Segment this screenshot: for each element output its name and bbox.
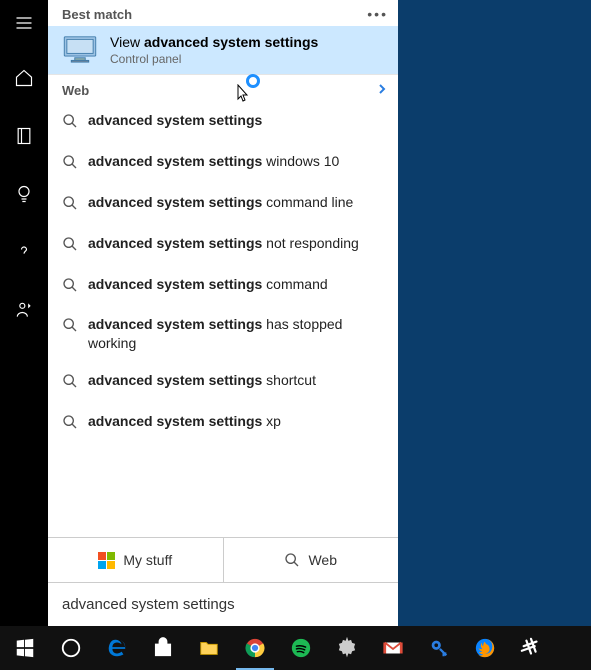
taskbar-store[interactable] xyxy=(140,626,186,670)
search-icon xyxy=(284,550,300,571)
tab-web[interactable]: Web xyxy=(223,538,399,582)
search-icon xyxy=(62,371,78,394)
cortana-rail xyxy=(0,0,48,626)
notebook-icon[interactable] xyxy=(0,116,48,156)
taskbar-edge[interactable] xyxy=(94,626,140,670)
suggestion-row[interactable]: advanced system settings windows 10 xyxy=(48,143,398,184)
taskbar xyxy=(0,626,591,670)
suggestion-row[interactable]: advanced system settings command line xyxy=(48,184,398,225)
search-box[interactable] xyxy=(48,582,398,626)
suggestion-row[interactable]: advanced system settings shortcut xyxy=(48,362,398,403)
search-icon xyxy=(62,152,78,175)
taskbar-settings[interactable] xyxy=(324,626,370,670)
suggestion-row[interactable]: advanced system settings xp xyxy=(48,403,398,444)
monitor-icon xyxy=(62,35,98,66)
taskbar-firefox[interactable] xyxy=(462,626,508,670)
search-icon xyxy=(62,193,78,216)
chevron-right-icon xyxy=(376,83,388,98)
windows-logo-icon xyxy=(98,552,115,569)
best-match-result[interactable]: View advanced system settings Control pa… xyxy=(48,26,398,74)
home-icon[interactable] xyxy=(0,58,48,98)
suggestion-row[interactable]: advanced system settings not responding xyxy=(48,225,398,266)
more-icon[interactable]: ••• xyxy=(367,6,388,22)
tab-mystuff[interactable]: My stuff xyxy=(48,538,223,582)
feedback-icon[interactable] xyxy=(0,290,48,330)
web-suggestions: advanced system settingsadvanced system … xyxy=(48,102,398,537)
web-label: Web xyxy=(62,83,89,98)
bulb-icon[interactable] xyxy=(0,174,48,214)
search-panel: Best match ••• View advanced system sett… xyxy=(48,0,398,626)
taskbar-spotify[interactable] xyxy=(278,626,324,670)
suggestion-row[interactable]: advanced system settings has stopped wor… xyxy=(48,306,398,362)
search-icon xyxy=(62,111,78,134)
suggestion-row[interactable]: advanced system settings command xyxy=(48,266,398,307)
taskbar-slack[interactable] xyxy=(508,626,554,670)
taskbar-gmail[interactable] xyxy=(370,626,416,670)
search-icon xyxy=(62,412,78,435)
best-match-label: Best match xyxy=(62,7,132,22)
hamburger-icon[interactable] xyxy=(0,6,48,40)
taskbar-cortana[interactable] xyxy=(48,626,94,670)
taskbar-start[interactable] xyxy=(2,626,48,670)
search-icon xyxy=(62,315,78,338)
search-icon xyxy=(62,234,78,257)
best-match-text: View advanced system settings Control pa… xyxy=(110,34,318,66)
best-match-header: Best match ••• xyxy=(48,0,398,26)
taskbar-file-explorer[interactable] xyxy=(186,626,232,670)
search-icon xyxy=(62,275,78,298)
help-icon[interactable] xyxy=(0,232,48,272)
suggestion-row[interactable]: advanced system settings xyxy=(48,102,398,143)
scope-tabs: My stuff Web xyxy=(48,537,398,582)
taskbar-keepass[interactable] xyxy=(416,626,462,670)
taskbar-chrome[interactable] xyxy=(232,626,278,670)
web-section-header[interactable]: Web xyxy=(48,74,398,102)
search-input[interactable] xyxy=(62,596,384,613)
